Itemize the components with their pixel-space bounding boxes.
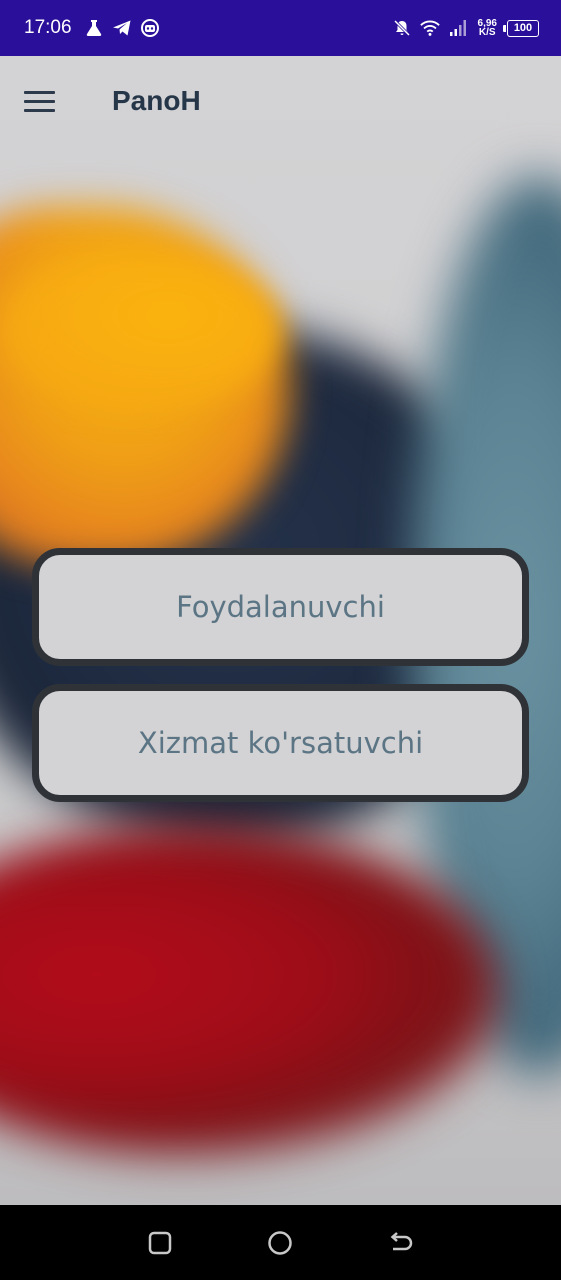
menu-line [24, 108, 55, 112]
service-provider-button[interactable]: Xizmat ko'rsatuvchi [32, 684, 529, 802]
flask-icon [84, 18, 104, 38]
app-bar: PanoH [0, 56, 561, 146]
home-icon[interactable] [260, 1223, 300, 1263]
battery-icon: 100 [503, 19, 539, 37]
user-button[interactable]: Foydalanuvchi [32, 548, 529, 666]
recent-apps-icon[interactable] [140, 1223, 180, 1263]
background-shape-red [0, 826, 500, 1156]
bell-off-icon [392, 18, 412, 38]
system-nav-bar [0, 1205, 561, 1280]
network-speed: 6,96 K/S [478, 19, 497, 38]
service-provider-button-label: Xizmat ko'rsatuvchi [137, 726, 424, 760]
user-button-label: Foydalanuvchi [176, 590, 385, 624]
signal-icon [448, 18, 468, 38]
wifi-icon [419, 18, 440, 38]
bot-icon [140, 18, 160, 38]
status-left: 17:06 [24, 17, 168, 39]
status-time: 17:06 [24, 17, 72, 38]
status-right: 6,96 K/S 100 [392, 18, 539, 38]
menu-line [24, 99, 55, 103]
page-title: PanoH [112, 85, 201, 116]
back-icon[interactable] [381, 1223, 421, 1263]
menu-line [24, 90, 55, 94]
telegram-icon [112, 18, 132, 38]
battery-level: 100 [513, 22, 533, 34]
status-bar: 17:06 6,96 K/S 100 [0, 0, 561, 56]
network-speed-unit: K/S [478, 27, 496, 38]
background-shape-yellow [0, 251, 280, 411]
hamburger-menu-icon[interactable] [24, 81, 64, 121]
